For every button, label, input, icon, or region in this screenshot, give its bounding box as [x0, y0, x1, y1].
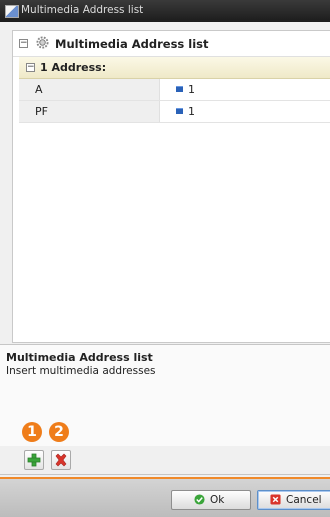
section-address[interactable]: − 1 Address: [19, 57, 330, 79]
table-row[interactable]: A 1 [19, 79, 330, 101]
property-tree: − Multimedia Address list − 1 Address: A… [12, 30, 330, 343]
title-bar: Multimedia Address list [0, 0, 330, 22]
description-text: Insert multimedia addresses [6, 365, 156, 377]
ok-button[interactable]: Ok [171, 490, 251, 510]
x-icon [55, 453, 67, 467]
value-icon [176, 108, 183, 114]
table-row[interactable]: PF 1 [19, 101, 330, 123]
collapse-icon[interactable]: − [19, 39, 28, 48]
toolbar [0, 446, 330, 475]
tree-root[interactable]: − Multimedia Address list [13, 31, 330, 57]
row-value[interactable]: 1 [188, 83, 195, 96]
dialog-footer: Ok Cancel [0, 479, 330, 517]
check-icon [194, 494, 205, 505]
window-icon [5, 5, 19, 18]
description-title: Multimedia Address list [6, 351, 153, 364]
cancel-button[interactable]: Cancel [257, 490, 330, 510]
tree-root-label: Multimedia Address list [55, 37, 209, 51]
row-value[interactable]: 1 [188, 105, 195, 118]
add-button[interactable] [24, 450, 44, 470]
callout-badge-1: 1 [22, 422, 42, 442]
section-label: 1 Address: [40, 61, 107, 74]
callout-badge-2: 2 [49, 422, 69, 442]
window-title: Multimedia Address list [21, 4, 144, 16]
delete-button[interactable] [51, 450, 71, 470]
ok-label: Ok [210, 494, 225, 506]
cancel-label: Cancel [286, 494, 322, 506]
cancel-icon [270, 494, 281, 505]
row-key: A [19, 79, 160, 100]
gear-icon [36, 36, 49, 49]
value-icon [176, 86, 183, 92]
plus-icon [27, 453, 41, 467]
row-key: PF [19, 101, 160, 122]
collapse-icon[interactable]: − [26, 63, 35, 72]
